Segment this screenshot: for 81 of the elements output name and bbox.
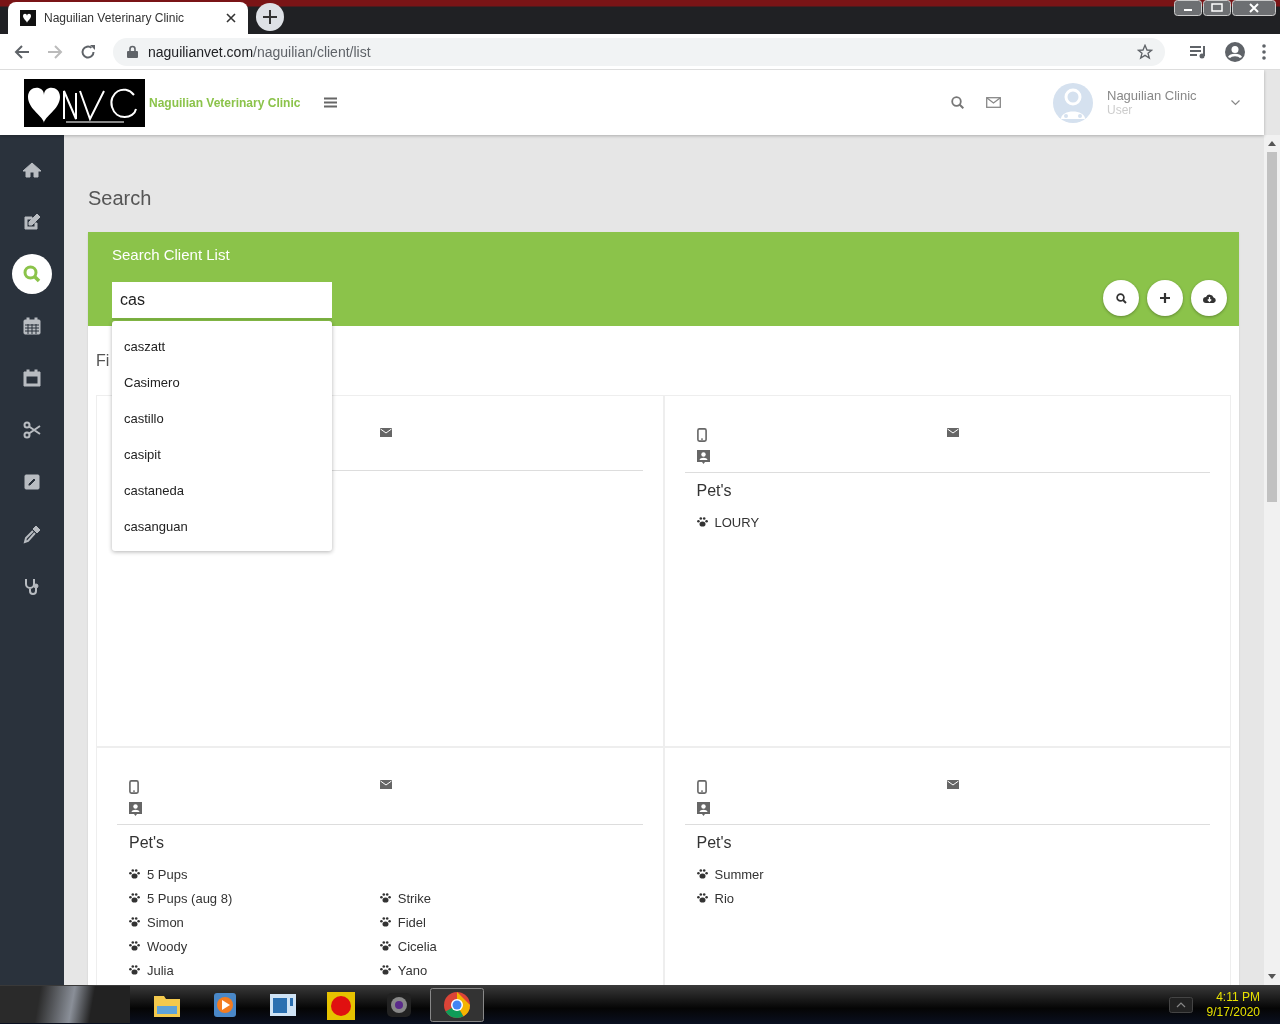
- search-icon[interactable]: [12, 254, 52, 294]
- scrollbar[interactable]: [1264, 135, 1280, 985]
- download-button[interactable]: [1191, 280, 1227, 316]
- paw-icon: [129, 917, 140, 927]
- browser-tab[interactable]: Naguilian Veterinary Clinic: [8, 2, 248, 34]
- suggestion-item[interactable]: castaneda: [112, 473, 332, 509]
- pet-name[interactable]: Cicelia: [397, 938, 437, 954]
- paw-icon: [129, 893, 140, 903]
- chevron-down-icon[interactable]: [1231, 99, 1240, 106]
- panel-title: Search Client List: [112, 246, 231, 264]
- suggestion-item[interactable]: casipit: [112, 437, 332, 473]
- pets-heading: Pet's: [695, 481, 733, 500]
- pet-name[interactable]: Woody: [147, 938, 188, 954]
- phone-icon: [696, 428, 707, 442]
- restore-button[interactable]: [1203, 0, 1231, 16]
- scroll-up-icon[interactable]: [1268, 141, 1276, 146]
- menu-icon[interactable]: [324, 97, 338, 108]
- user-name[interactable]: Naguilian Clinic: [1107, 88, 1227, 103]
- pets-heading: Pet's: [128, 833, 166, 852]
- account-icon[interactable]: [1225, 41, 1245, 62]
- phone-icon: [696, 780, 707, 794]
- back-icon[interactable]: [14, 43, 30, 60]
- mail-icon: [947, 428, 960, 437]
- suggestion-item[interactable]: caszatt: [112, 329, 332, 365]
- paw-icon: [696, 893, 708, 903]
- lock-icon: [127, 45, 138, 58]
- pet-name[interactable]: 5 Pups: [147, 866, 188, 882]
- pet-name[interactable]: Strike: [397, 890, 431, 906]
- menu-icon[interactable]: [1262, 43, 1266, 60]
- pet-name[interactable]: Summer: [714, 866, 764, 882]
- phone-icon: [129, 780, 139, 794]
- pet-name[interactable]: Rio: [714, 890, 734, 906]
- paw-icon: [696, 869, 708, 879]
- scroll-down-icon[interactable]: [1268, 974, 1276, 979]
- star-icon[interactable]: [1137, 43, 1153, 60]
- start-button[interactable]: [0, 986, 130, 1023]
- media-queue-icon[interactable]: [1190, 44, 1208, 59]
- pet-name[interactable]: Julia: [147, 962, 174, 978]
- filter-label: Fi: [96, 353, 111, 369]
- add-button[interactable]: [1147, 280, 1183, 316]
- paw-icon: [379, 917, 391, 927]
- paw-icon: [129, 941, 140, 951]
- paw-icon: [379, 941, 391, 951]
- pets-heading: Pet's: [695, 833, 733, 852]
- pet-name[interactable]: Fidel: [397, 914, 426, 930]
- paw-icon: [129, 869, 140, 879]
- clinic-favicon-icon: [20, 10, 36, 26]
- chrome-taskbar-button[interactable]: [430, 987, 484, 1022]
- reload-icon[interactable]: [80, 43, 96, 60]
- search-field[interactable]: cas: [112, 282, 332, 320]
- pet-name[interactable]: Yano: [397, 962, 428, 978]
- mail-icon: [379, 428, 392, 437]
- address-bar[interactable]: naguilianvet.com/naguilian/client/list: [113, 37, 1165, 66]
- page-title: Search: [88, 187, 153, 210]
- mail-icon: [947, 780, 960, 789]
- cloud-download-icon: [1202, 293, 1216, 303]
- search-icon: [1115, 292, 1127, 304]
- paw-icon: [696, 517, 708, 527]
- paw-icon: [379, 893, 391, 903]
- pet-name[interactable]: 5 Pups (aug 8): [147, 890, 233, 906]
- suggestion-item[interactable]: castillo: [112, 401, 332, 437]
- tab-title: Naguilian Veterinary Clinic: [44, 11, 186, 25]
- suggestion-item[interactable]: Casimero: [112, 365, 332, 401]
- contact-card-icon: [696, 450, 710, 464]
- search-button[interactable]: [1103, 280, 1139, 316]
- minimize-button[interactable]: [1174, 0, 1202, 16]
- contact-card-icon: [696, 802, 710, 816]
- mail-icon: [379, 780, 392, 789]
- clock-date[interactable]: 9/17/2020: [1206, 1004, 1260, 1020]
- paw-icon: [379, 965, 391, 975]
- pet-name[interactable]: Simon: [147, 914, 184, 930]
- close-tab-icon[interactable]: [226, 13, 236, 23]
- contact-card-icon: [129, 802, 142, 816]
- close-window-button[interactable]: [1232, 0, 1276, 16]
- pet-name[interactable]: LOURY: [714, 514, 760, 530]
- paw-icon: [129, 965, 140, 975]
- mail-icon[interactable]: [986, 97, 1001, 108]
- plus-icon: [1160, 293, 1170, 303]
- suggestion-item[interactable]: casanguan: [112, 509, 332, 545]
- clock-time[interactable]: 4:11 PM: [1216, 989, 1260, 1005]
- new-tab-button[interactable]: [256, 3, 284, 31]
